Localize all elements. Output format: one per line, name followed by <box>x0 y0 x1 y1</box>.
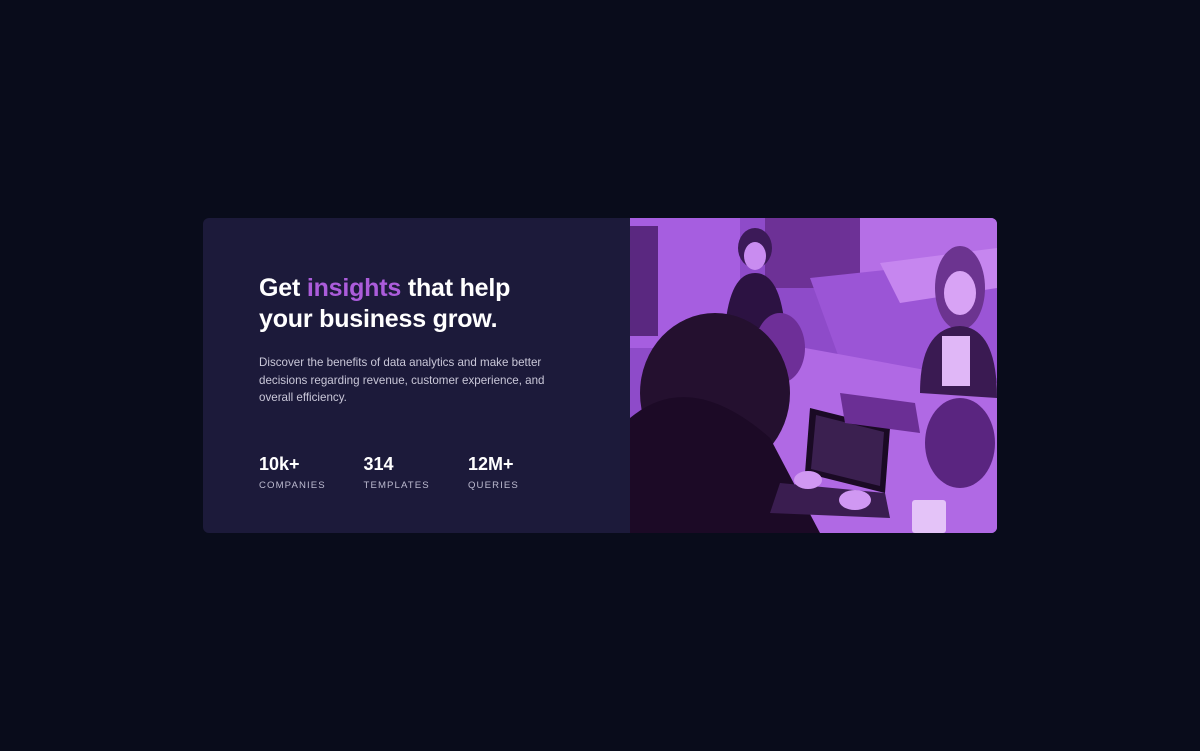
header-image <box>630 218 997 533</box>
card-content: Get insights that help your business gro… <box>203 218 630 533</box>
stat-label: QUERIES <box>468 479 519 491</box>
headline: Get insights that help your business gro… <box>259 273 559 335</box>
stat-value: 12M+ <box>468 453 514 474</box>
stat-value: 314 <box>363 453 394 474</box>
headline-accent: insights <box>306 274 402 302</box>
stat-templates: 314 TEMPLATES <box>364 454 469 492</box>
stats-preview-card: Get insights that help your business gro… <box>203 218 997 533</box>
office-team-illustration <box>630 218 997 533</box>
stats-row: 10k+ COMPANIES 314 TEMPLATES 12M+ QUERIE… <box>259 454 630 492</box>
stat-label: COMPANIES <box>259 479 326 491</box>
description: Discover the benefits of data analytics … <box>259 356 545 405</box>
stat-queries: 12M+ QUERIES <box>468 454 573 492</box>
stat-companies: 10k+ COMPANIES <box>259 454 364 492</box>
stat-value: 10k+ <box>259 453 300 474</box>
headline-start: Get <box>259 274 307 302</box>
stat-label: TEMPLATES <box>363 479 430 491</box>
